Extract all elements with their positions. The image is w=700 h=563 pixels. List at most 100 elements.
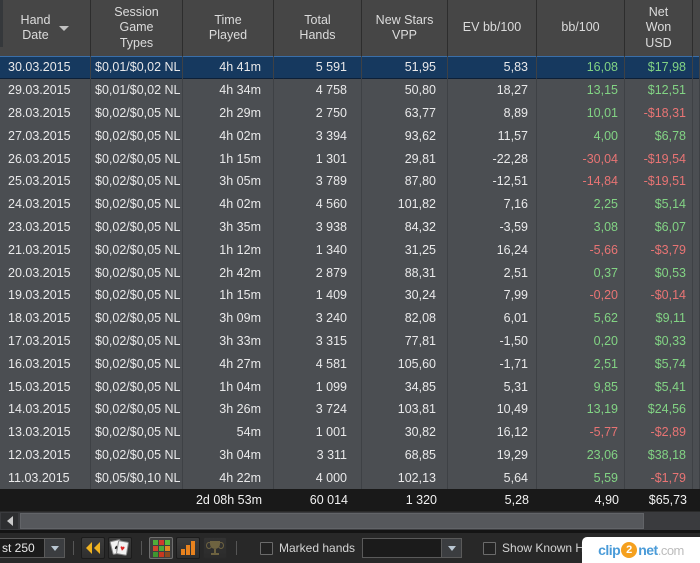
table-row[interactable]: 27.03.2015 $0,02/$0,05 NL 4h 02m 3 394 93,62…	[0, 124, 700, 148]
column-header-label: bb/100	[561, 20, 600, 35]
cell-time: 3h 26m	[183, 397, 274, 421]
cell-net: $6,78	[625, 124, 693, 148]
cell-hands: 3 240	[274, 306, 362, 330]
cell-net: -$1,79	[625, 466, 693, 490]
cell-time: 1h 04m	[183, 375, 274, 398]
cell-date: 11.03.2015	[0, 466, 91, 490]
cell-bb100: 16,08	[537, 56, 625, 79]
cell-time: 3h 09m	[183, 306, 274, 330]
table-row[interactable]: 29.03.2015 $0,01/$0,02 NL 4h 34m 4 758 50,80…	[0, 78, 700, 102]
marked-hands-checkbox[interactable]	[260, 541, 273, 555]
table-row[interactable]: 26.03.2015 $0,02/$0,05 NL 1h 15m 1 301 29,81…	[0, 147, 700, 170]
cell-time: 2h 29m	[183, 101, 274, 125]
horizontal-scrollbar[interactable]	[0, 511, 700, 530]
cell-spacer	[693, 466, 700, 490]
cell-vpp: 87,80	[362, 169, 448, 193]
cell-hands: 4 581	[274, 352, 362, 376]
cell-bb100: 2,51	[537, 352, 625, 376]
column-header-time-played[interactable]: Time Played	[183, 0, 274, 56]
show-known-holecards-checkbox[interactable]	[483, 541, 497, 555]
dropdown-arrow-button[interactable]	[441, 539, 462, 557]
toolbar-separator	[236, 541, 237, 555]
cell-hands: 1 340	[274, 238, 362, 262]
results-grid-view-button[interactable]	[149, 537, 173, 559]
cell-game: $0,02/$0,05 NL	[91, 443, 183, 467]
table-row[interactable]: 14.03.2015 $0,02/$0,05 NL 3h 26m 3 724 103,8…	[0, 397, 700, 421]
cell-spacer	[693, 192, 700, 216]
cell-ev: 11,57	[448, 124, 537, 148]
table-row[interactable]: 21.03.2015 $0,02/$0,05 NL 1h 12m 1 340 31,25…	[0, 238, 700, 262]
column-header-label: Hand Date	[20, 12, 51, 42]
table-row[interactable]: 15.03.2015 $0,02/$0,05 NL 1h 04m 1 099 34,85…	[0, 375, 700, 398]
cell-ev: 5,28	[504, 493, 529, 507]
cell-time: 54m	[183, 420, 274, 444]
cell-game: $0,01/$0,02 NL	[91, 78, 183, 102]
table-row[interactable]: 19.03.2015 $0,02/$0,05 NL 1h 15m 1 409 30,24…	[0, 283, 700, 307]
column-header-new-stars-vpp[interactable]: New Stars VPP	[362, 0, 448, 56]
table-row[interactable]: 17.03.2015 $0,02/$0,05 NL 3h 33m 3 315 77,81…	[0, 329, 700, 353]
cell-bb100: 0,37	[537, 261, 625, 284]
cell-game: $0,02/$0,05 NL	[91, 306, 183, 330]
column-header-bb100[interactable]: bb/100	[537, 0, 625, 56]
column-header-hand-date[interactable]: Hand Date	[0, 0, 91, 56]
column-header-session-game-types[interactable]: Session Game Types	[91, 0, 183, 56]
cell-ev: 2,51	[448, 261, 537, 284]
cell-spacer	[693, 147, 700, 170]
column-header-net-won-usd[interactable]: Net Won USD	[625, 0, 693, 56]
cell-vpp: 31,25	[362, 238, 448, 262]
cell-date: 13.03.2015	[0, 420, 91, 444]
cell-date: 20.03.2015	[0, 261, 91, 284]
graph-view-button[interactable]	[176, 537, 200, 559]
table-row[interactable]: 13.03.2015 $0,02/$0,05 NL 54m 1 001 30,82 16,…	[0, 420, 700, 444]
cell-spacer	[693, 56, 700, 79]
cell-time: 4h 22m	[183, 466, 274, 490]
column-header-label: Session Game Types	[114, 5, 159, 50]
cell-date: 14.03.2015	[0, 397, 91, 421]
bar-chart-icon	[181, 541, 195, 555]
hand-replayer-button[interactable]: ♠ ♥	[108, 537, 132, 559]
cell-game: $0,02/$0,05 NL	[91, 397, 183, 421]
dropdown-arrow-button[interactable]	[44, 539, 64, 557]
hands-range-dropdown[interactable]: st 250	[0, 538, 65, 558]
cell-vpp: 51,95	[362, 56, 448, 79]
cell-hands: 60 014	[309, 493, 348, 507]
cell-date: 15.03.2015	[0, 375, 91, 398]
cell-spacer	[693, 261, 700, 284]
table-row[interactable]: 11.03.2015 $0,05/$0,10 NL 4h 22m 4 000 102,1…	[0, 466, 700, 490]
cell-game: $0,02/$0,05 NL	[91, 283, 183, 307]
table-row[interactable]: 12.03.2015 $0,02/$0,05 NL 3h 04m 3 311 68,85…	[0, 443, 700, 467]
cell-spacer	[693, 375, 700, 398]
scroll-left-button[interactable]	[1, 513, 18, 529]
marked-hands-filter-dropdown[interactable]	[362, 538, 463, 558]
watermark-text-clip: clip	[598, 542, 621, 558]
table-row-selected[interactable]: 30.03.2015 $0,01/$0,02 NL 4h 41m 5 591 51,95…	[0, 56, 700, 79]
cell-spacer	[693, 169, 700, 193]
double-chevron-left-icon	[85, 542, 101, 554]
cell-net: -$18,31	[625, 101, 693, 125]
cell-ev: 10,49	[448, 397, 537, 421]
table-row[interactable]: 18.03.2015 $0,02/$0,05 NL 3h 09m 3 240 82,08…	[0, 306, 700, 330]
awards-button[interactable]	[203, 537, 227, 559]
column-header-total-hands[interactable]: Total Hands	[274, 0, 362, 56]
cell-game: $0,02/$0,05 NL	[91, 147, 183, 170]
table-row[interactable]: 23.03.2015 $0,02/$0,05 NL 3h 35m 3 938 84,32…	[0, 215, 700, 239]
cell-time: 2h 42m	[183, 261, 274, 284]
cell-time: 3h 35m	[183, 215, 274, 239]
hands-range-value: st 250	[2, 541, 35, 555]
cell-bb100: 9,85	[537, 375, 625, 398]
cell-net: $5,41	[625, 375, 693, 398]
cell-net: $24,56	[625, 397, 693, 421]
cell-net: $0,53	[625, 261, 693, 284]
table-row[interactable]: 25.03.2015 $0,02/$0,05 NL 3h 05m 3 789 87,80…	[0, 169, 700, 193]
table-row[interactable]: 16.03.2015 $0,02/$0,05 NL 4h 27m 4 581 105,6…	[0, 352, 700, 376]
column-header-ev-bb100[interactable]: EV bb/100	[448, 0, 537, 56]
table-row[interactable]: 28.03.2015 $0,02/$0,05 NL 2h 29m 2 750 63,77…	[0, 101, 700, 125]
header-corner-notch	[0, 0, 3, 47]
table-row[interactable]: 20.03.2015 $0,02/$0,05 NL 2h 42m 2 879 88,31…	[0, 261, 700, 284]
cell-ev: 6,01	[448, 306, 537, 330]
scrollbar-thumb[interactable]	[20, 513, 644, 529]
replay-back-button[interactable]	[81, 537, 105, 559]
cell-hands: 2 750	[274, 101, 362, 125]
table-row[interactable]: 24.03.2015 $0,02/$0,05 NL 4h 02m 4 560 101,8…	[0, 192, 700, 216]
cell-spacer	[693, 420, 700, 444]
